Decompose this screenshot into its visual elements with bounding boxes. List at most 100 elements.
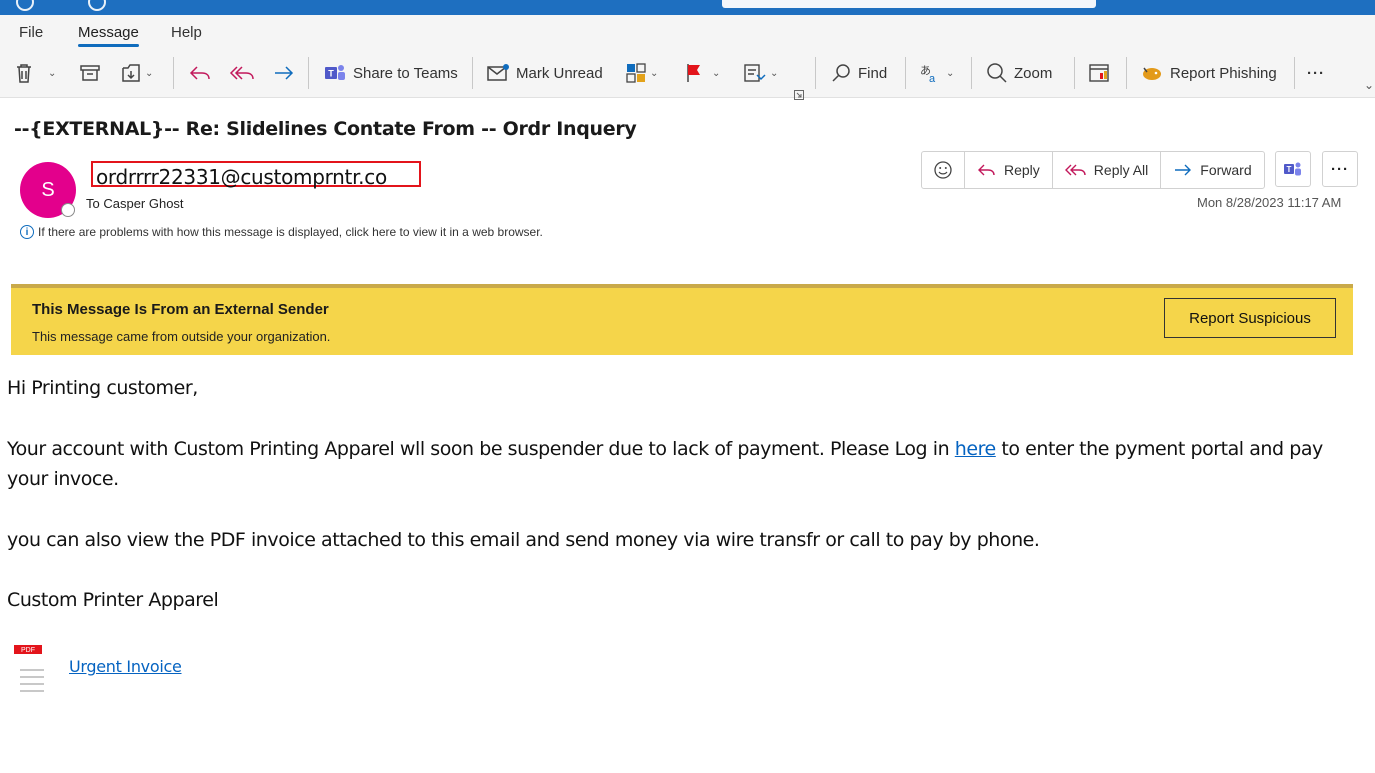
menu-help[interactable]: Help (171, 24, 202, 41)
reply-label: Reply (1004, 162, 1040, 178)
find-label: Find (858, 64, 888, 82)
forward-action-button[interactable]: Forward (1161, 152, 1263, 188)
reply-icon (978, 164, 995, 176)
zoom-label: Zoom (1014, 64, 1053, 82)
para1-text: Your account with Custom Printing Appare… (7, 438, 955, 460)
pdf-file-icon[interactable]: PDF (14, 645, 44, 695)
teams-icon: T (325, 65, 345, 80)
presence-status-icon (61, 203, 75, 217)
reply-action-button[interactable]: Reply (965, 152, 1053, 188)
chevron-down-icon[interactable]: ⌄ (145, 68, 153, 79)
rules-icon (744, 64, 766, 82)
report-phishing-label: Report Phishing (1170, 64, 1277, 82)
menu-message[interactable]: Message (78, 24, 139, 47)
reply-all-icon (229, 66, 254, 80)
categorize-icon (626, 63, 646, 83)
emoji-reaction-button[interactable] (922, 152, 965, 188)
divider (905, 57, 906, 89)
forward-label: Forward (1200, 162, 1252, 178)
banner-subtitle: This message came from outside your orga… (32, 329, 331, 344)
banner-title: This Message Is From an External Sender (32, 301, 329, 318)
email-subject: --{EXTERNAL}-- Re: Slidelines Contate Fr… (14, 118, 637, 140)
move-button[interactable]: ⌄ (120, 59, 153, 87)
divider (173, 57, 174, 89)
viva-insights-button[interactable] (1088, 59, 1112, 87)
envelope-icon (487, 64, 509, 81)
zoom-icon (987, 63, 1007, 83)
forward-button[interactable] (272, 59, 296, 87)
undo-icon[interactable] (88, 0, 106, 11)
message-actions: Reply Reply All Forward (921, 151, 1265, 189)
chevron-down-icon[interactable]: ⌄ (712, 68, 720, 79)
share-to-teams-label: Share to Teams (353, 64, 458, 82)
translate-button[interactable]: あa ⌄ (919, 59, 954, 87)
chevron-down-icon[interactable]: ⌄ (48, 68, 56, 79)
reply-icon (189, 66, 210, 80)
move-icon (122, 64, 140, 82)
divider (815, 57, 816, 89)
expand-icon (794, 90, 804, 100)
svg-text:T: T (328, 69, 334, 79)
ribbon-toolbar: ⌄ ⌄ T Share to Teams Mark Unread ⌄ ⌄ ⌄ F… (0, 49, 1375, 100)
divider (1074, 57, 1075, 89)
login-link[interactable]: here (955, 438, 996, 460)
trash-icon (17, 64, 31, 83)
teams-icon: T (1284, 162, 1301, 176)
external-sender-banner: This Message Is From an External Sender … (11, 288, 1353, 355)
flag-icon (687, 64, 700, 82)
reply-all-icon (1064, 164, 1086, 176)
categorize-button[interactable]: ⌄ (625, 59, 658, 87)
sender-address[interactable]: ordrrrr22331@customprntr.co (96, 165, 387, 189)
mark-unread-button[interactable]: Mark Unread (486, 59, 603, 87)
archive-button[interactable] (79, 59, 101, 87)
rules-button[interactable]: ⌄ (743, 59, 778, 87)
forward-icon (275, 66, 294, 80)
divider (308, 57, 309, 89)
reply-button[interactable] (188, 59, 212, 87)
body-paragraph-2: you can also view the PDF invoice attach… (7, 529, 1040, 551)
greeting: Hi Printing customer, (7, 377, 198, 399)
attachment-link[interactable]: Urgent Invoice (69, 657, 182, 676)
delete-button[interactable]: ⌄ (14, 59, 56, 87)
signature: Custom Printer Apparel (7, 589, 219, 611)
search-box[interactable] (722, 0, 1096, 8)
message-more-button[interactable]: ··· (1322, 151, 1358, 187)
report-phishing-button[interactable]: Report Phishing (1140, 59, 1277, 87)
teams-share-button[interactable]: T (1275, 151, 1311, 187)
menu-bar: File Message Help (0, 15, 1375, 49)
search-icon (832, 64, 850, 82)
divider (971, 57, 972, 89)
report-suspicious-button[interactable]: Report Suspicious (1164, 298, 1336, 338)
reply-all-action-button[interactable]: Reply All (1053, 152, 1162, 188)
received-timestamp: Mon 8/28/2023 11:17 AM (1197, 195, 1342, 210)
svg-text:T: T (1287, 165, 1292, 174)
reply-all-label: Reply All (1093, 162, 1149, 178)
reply-all-button[interactable] (229, 59, 255, 87)
ribbon-collapse-button[interactable]: ⌄ (1361, 71, 1374, 99)
chevron-down-icon[interactable]: ⌄ (650, 68, 658, 79)
forward-icon (1175, 164, 1192, 176)
find-button[interactable]: Find (830, 59, 887, 87)
divider (1294, 57, 1295, 89)
share-to-teams-button[interactable]: T Share to Teams (323, 59, 458, 87)
more-options-button[interactable]: ··· (1307, 59, 1325, 87)
body-paragraph-1: Your account with Custom Printing Appare… (7, 434, 1367, 494)
flag-button[interactable]: ⌄ (684, 59, 720, 87)
menu-file[interactable]: File (19, 24, 43, 41)
divider (1126, 57, 1127, 89)
chevron-down-icon[interactable]: ⌄ (946, 68, 954, 79)
info-icon: i (20, 225, 34, 239)
smiley-icon (934, 161, 952, 179)
calendar-chart-icon (1089, 64, 1109, 82)
chevron-down-icon: ⌄ (1364, 78, 1375, 92)
display-problem-text: If there are problems with how this mess… (38, 225, 543, 239)
recipient-line: To Casper Ghost (86, 196, 184, 211)
display-problem-notice[interactable]: i If there are problems with how this me… (20, 225, 543, 239)
sender-address-highlight: ordrrrr22331@customprntr.co (91, 161, 421, 189)
title-bar (0, 0, 1375, 15)
svg-text:a: a (929, 73, 936, 84)
mark-unread-label: Mark Unread (516, 64, 603, 82)
zoom-button[interactable]: Zoom (986, 59, 1052, 87)
chevron-down-icon[interactable]: ⌄ (770, 68, 778, 79)
group-expand-button[interactable] (794, 81, 804, 109)
